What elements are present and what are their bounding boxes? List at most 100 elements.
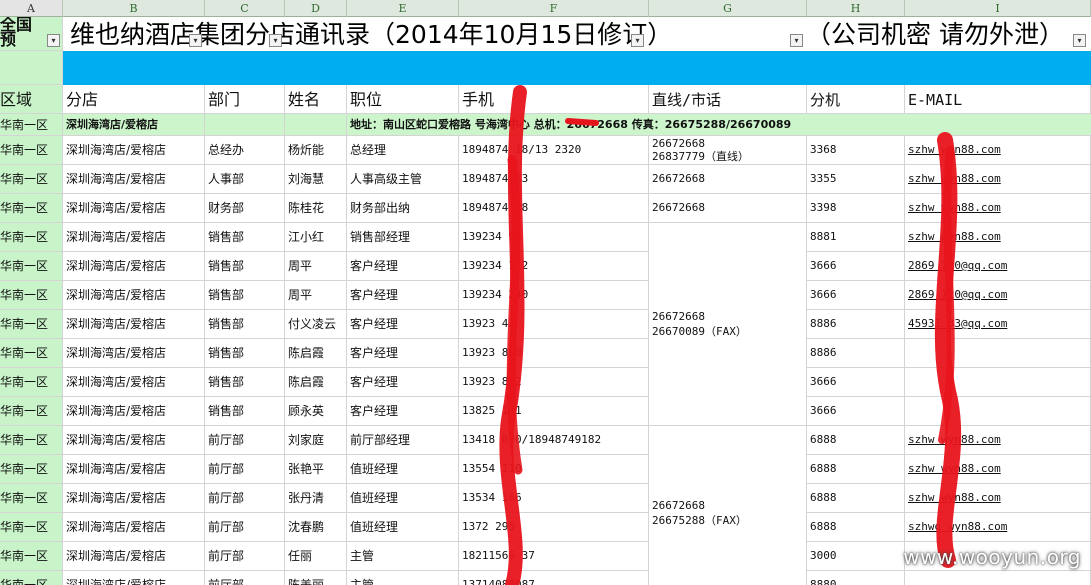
cell-region[interactable]: 华南一区 [0, 223, 63, 252]
cell-email[interactable]: szhwq wyn88.com [905, 513, 1091, 542]
cyan-band-row[interactable] [63, 51, 1091, 85]
filter-dropdown-icon[interactable]: ▾ [47, 34, 60, 47]
cell-title[interactable]: 主管 [347, 542, 459, 571]
cell-name[interactable]: 陈启霞 [285, 339, 347, 368]
cell-name[interactable]: 刘海慧 [285, 165, 347, 194]
cell-title[interactable]: 客户经理 [347, 310, 459, 339]
cell-region[interactable]: 华南一区 [0, 281, 63, 310]
cell-store[interactable]: 深圳海湾店/爱榕店 [63, 252, 205, 281]
cell-ext[interactable]: 6888 [807, 484, 905, 513]
cell-email[interactable] [905, 339, 1091, 368]
cell-ext[interactable]: 3666 [807, 368, 905, 397]
cell-blank[interactable] [205, 114, 285, 136]
cell-store-name[interactable]: 深圳海湾店/爱榕店 [63, 114, 205, 136]
cell-mobile[interactable]: 13554 110 [459, 455, 649, 484]
cell-region[interactable]: 华南一区 [0, 542, 63, 571]
cell-email[interactable]: szhw wyn88.com [905, 426, 1091, 455]
cell-title[interactable]: 客户经理 [347, 281, 459, 310]
cell-ext[interactable]: 3355 [807, 165, 905, 194]
column-header-g[interactable]: G [649, 0, 807, 17]
cell-dept[interactable]: 人事部 [205, 165, 285, 194]
header-8[interactable]: E-MAIL [905, 85, 1091, 114]
cell-region[interactable]: 华南一区 [0, 455, 63, 484]
cell-direct-line[interactable]: 26672668 26670089（FAX） [649, 223, 807, 426]
cell-title[interactable]: 总经理 [347, 136, 459, 165]
sheet-title[interactable]: 维也纳酒店集团分店通讯录（2014年10月15日修订） [70, 17, 672, 51]
cell-store[interactable]: 深圳海湾店/爱榕店 [63, 513, 205, 542]
cell-store[interactable]: 深圳海湾店/爱榕店 [63, 223, 205, 252]
cell-region[interactable]: 华南一区 [0, 136, 63, 165]
cell-email[interactable]: 2869 720@qq.com [905, 281, 1091, 310]
cell-name[interactable]: 刘家庭 [285, 426, 347, 455]
spreadsheet[interactable]: ABCDEFGHI 全国 预 维也纳酒店集团分店通讯录（2014年10月15日修… [0, 0, 1091, 585]
cell-ext[interactable]: 3666 [807, 252, 905, 281]
cell-title[interactable]: 客户经理 [347, 368, 459, 397]
cell-dept[interactable]: 销售部 [205, 281, 285, 310]
cell-mobile[interactable]: 13534 166 [459, 484, 649, 513]
cell-ext[interactable]: 3666 [807, 281, 905, 310]
cell-dept[interactable]: 总经办 [205, 136, 285, 165]
cell-mobile[interactable]: 13825 131 [459, 397, 649, 426]
cell-ext[interactable]: 6888 [807, 513, 905, 542]
cell-dept[interactable]: 前厅部 [205, 571, 285, 585]
cell-ext[interactable]: 8886 [807, 339, 905, 368]
cell-title[interactable]: 值班经理 [347, 455, 459, 484]
column-header-h[interactable]: H [807, 0, 905, 17]
cell-region[interactable]: 华南一区 [0, 310, 63, 339]
cell-mobile[interactable]: 13418 090/18948749182 [459, 426, 649, 455]
column-header-d[interactable]: D [285, 0, 347, 17]
cell-store[interactable]: 深圳海湾店/爱榕店 [63, 339, 205, 368]
cell-name[interactable]: 顾永英 [285, 397, 347, 426]
cell-email[interactable] [905, 571, 1091, 585]
cell-dept[interactable]: 前厅部 [205, 542, 285, 571]
cell-mobile[interactable]: 1894874 83 [459, 165, 649, 194]
cell-ext[interactable]: 8886 [807, 310, 905, 339]
cell-dept[interactable]: 前厅部 [205, 455, 285, 484]
cell-store[interactable]: 深圳海湾店/爱榕店 [63, 194, 205, 223]
column-header-i[interactable]: I [905, 0, 1091, 17]
cell-name[interactable]: 沈春鹏 [285, 513, 347, 542]
cell-title[interactable]: 财务部出纳 [347, 194, 459, 223]
cell-email[interactable]: szhw wyn88.com [905, 455, 1091, 484]
cell-blank[interactable] [285, 114, 347, 136]
cell-store[interactable]: 深圳海湾店/爱榕店 [63, 571, 205, 585]
cell-email[interactable]: 45931 33@qq.com [905, 310, 1091, 339]
cell-direct-line[interactable]: 26672668 [649, 194, 807, 223]
cell-store[interactable]: 深圳海湾店/爱榕店 [63, 397, 205, 426]
cell-name[interactable]: 陈美丽 [285, 571, 347, 585]
cell-mobile[interactable]: 139234 240 [459, 281, 649, 310]
cell-region[interactable]: 华南一区 [0, 194, 63, 223]
header-6[interactable]: 直线/市话 [649, 85, 807, 114]
cell-direct-line[interactable]: 26672668 26675288（FAX） [649, 426, 807, 585]
cell-dept[interactable]: 销售部 [205, 252, 285, 281]
cell-mobile[interactable]: 139234 112 [459, 252, 649, 281]
column-header-b[interactable]: B [63, 0, 205, 17]
cell-email[interactable]: szhw wyn88.com [905, 136, 1091, 165]
cell-title[interactable]: 人事高级主管 [347, 165, 459, 194]
header-4[interactable]: 职位 [347, 85, 459, 114]
cell-email[interactable]: 2869 720@qq.com [905, 252, 1091, 281]
cell-ext[interactable]: 3666 [807, 397, 905, 426]
cell-title[interactable]: 值班经理 [347, 513, 459, 542]
cell-region[interactable]: 华南一区 [0, 114, 63, 136]
cell-name[interactable]: 周平 [285, 252, 347, 281]
cell-mobile[interactable]: 1894874 28 [459, 194, 649, 223]
cell-store[interactable]: 深圳海湾店/爱榕店 [63, 542, 205, 571]
cell-store[interactable]: 深圳海湾店/爱榕店 [63, 281, 205, 310]
cell-store[interactable]: 深圳海湾店/爱榕店 [63, 484, 205, 513]
column-header-a[interactable]: A [0, 0, 63, 17]
cell-mobile[interactable]: 1372 295 [459, 513, 649, 542]
cell-mobile[interactable]: 1894874 18/13 2320 [459, 136, 649, 165]
cell-dept[interactable]: 前厅部 [205, 513, 285, 542]
cell-region[interactable]: 华南一区 [0, 252, 63, 281]
header-7[interactable]: 分机 [807, 85, 905, 114]
cell-region[interactable]: 华南一区 [0, 484, 63, 513]
cell-title[interactable]: 前厅部经理 [347, 426, 459, 455]
header-3[interactable]: 姓名 [285, 85, 347, 114]
cell-title[interactable]: 值班经理 [347, 484, 459, 513]
cell-mobile[interactable]: 13923 892 [459, 368, 649, 397]
cell-region[interactable]: 华南一区 [0, 368, 63, 397]
filter-dropdown-icon[interactable]: ▾ [189, 34, 202, 47]
header-2[interactable]: 部门 [205, 85, 285, 114]
cell-region[interactable]: 华南一区 [0, 397, 63, 426]
